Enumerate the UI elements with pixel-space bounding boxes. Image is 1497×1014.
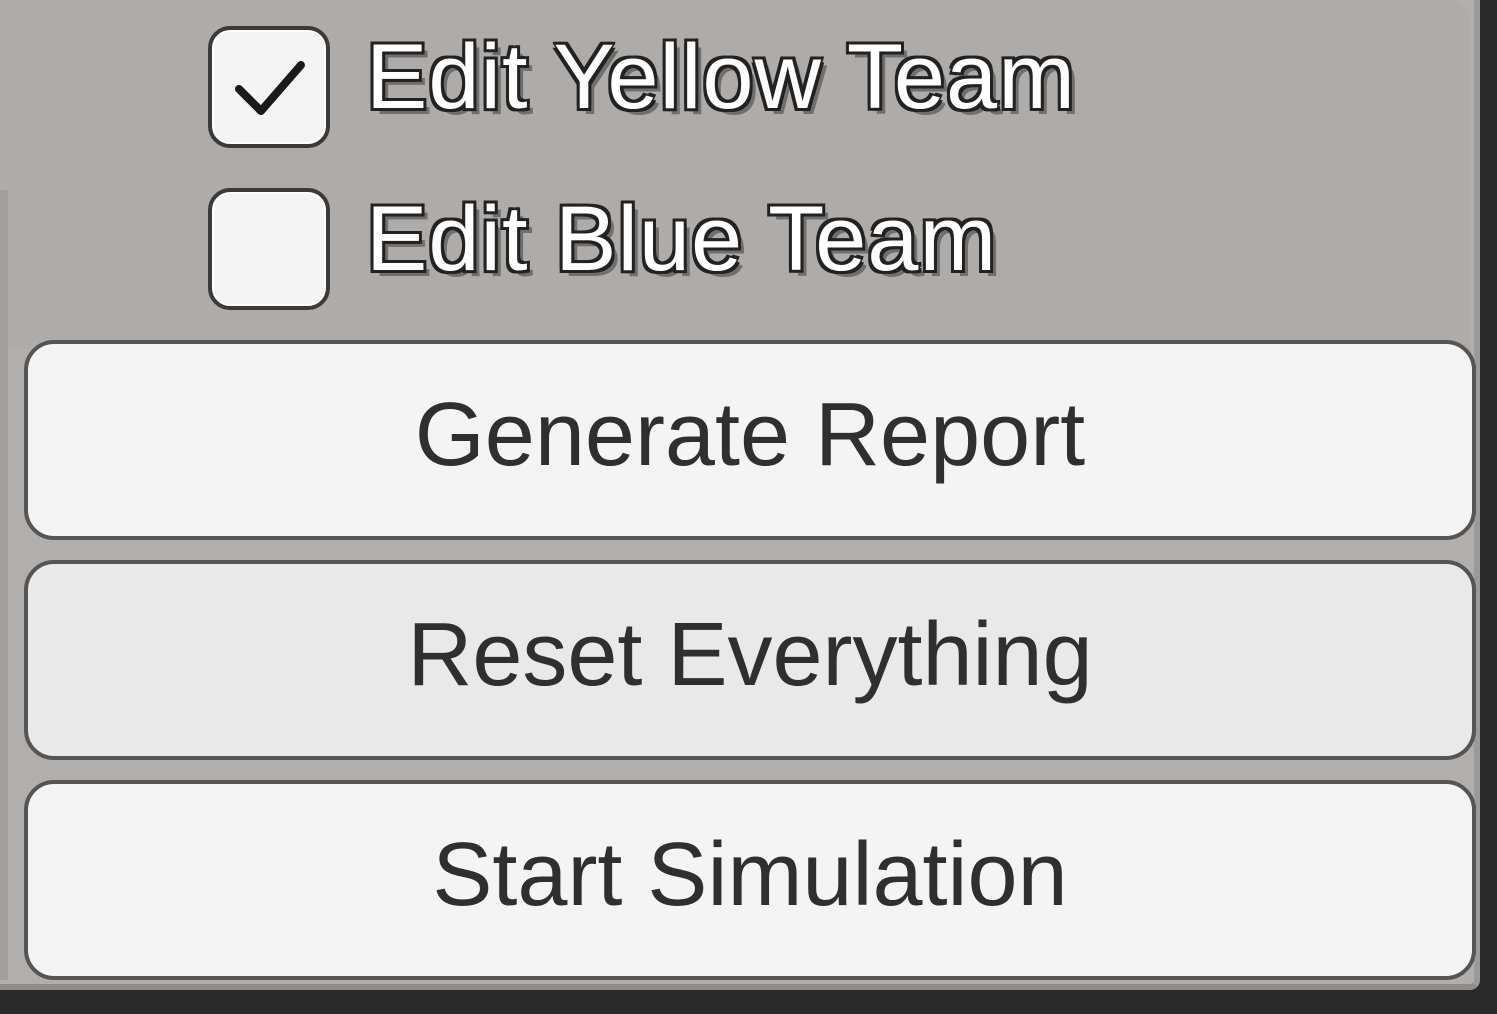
edit-blue-team-checkbox[interactable]	[208, 188, 330, 310]
edit-blue-team-label: Edit Blue Team	[364, 186, 998, 291]
start-simulation-button[interactable]: Start Simulation	[24, 780, 1476, 980]
checkmark-icon	[235, 61, 305, 115]
edit-yellow-team-label: Edit Yellow Team	[365, 24, 1077, 129]
generate-report-label: Generate Report	[414, 384, 1086, 485]
app-frame: Edit Yellow Team Edit Blue Team Generate…	[0, 0, 1497, 1014]
edit-blue-team-toggle[interactable]: Edit Blue Team	[208, 184, 998, 314]
panel-edge	[0, 190, 8, 980]
start-simulation-label: Start Simulation	[432, 824, 1068, 925]
control-panel: Edit Yellow Team Edit Blue Team Generate…	[0, 0, 1480, 990]
reset-everything-label: Reset Everything	[407, 604, 1093, 705]
reset-everything-button[interactable]: Reset Everything	[24, 560, 1476, 760]
generate-report-button[interactable]: Generate Report	[24, 340, 1476, 540]
edit-yellow-team-toggle[interactable]: Edit Yellow Team	[208, 22, 1076, 152]
edit-yellow-team-checkbox[interactable]	[208, 26, 330, 148]
